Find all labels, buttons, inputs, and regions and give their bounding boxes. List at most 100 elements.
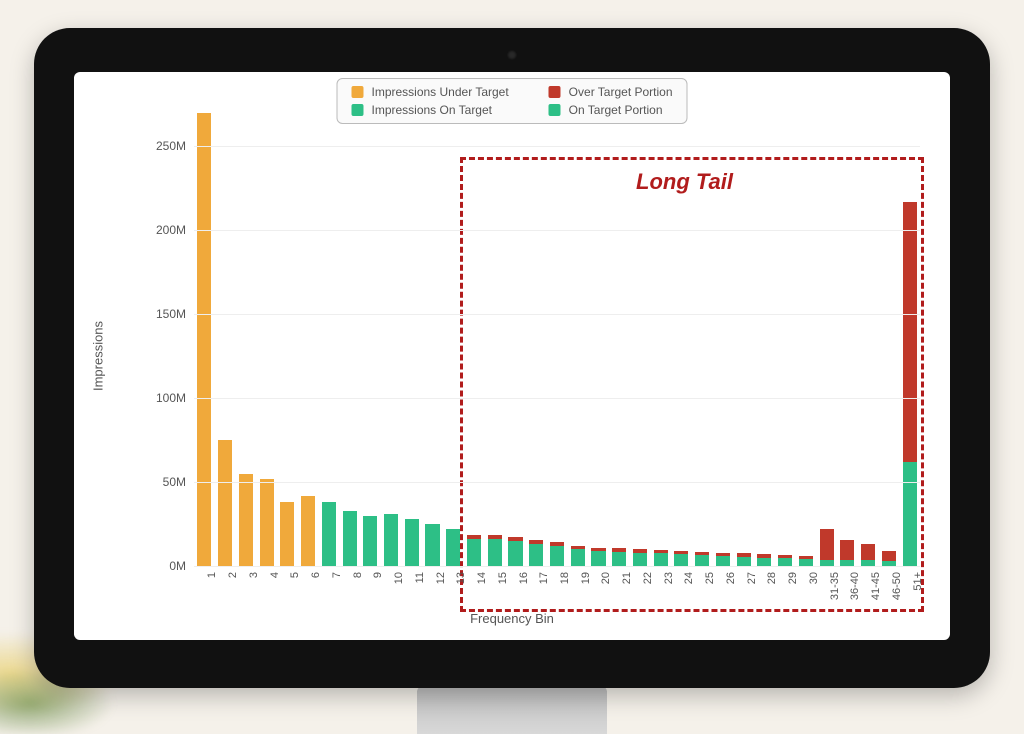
bar-segment [467,535,481,539]
bar-segment [861,544,875,561]
bar [446,529,460,566]
x-axis-label: Frequency Bin [470,611,554,626]
bar [280,502,294,566]
bar-segment [591,551,605,566]
bar-segment [197,113,211,566]
bar [757,554,771,566]
x-tick-label: 46-50 [891,572,903,600]
bar-segment [425,524,439,566]
y-tick-label: 0M [169,559,194,573]
bar [218,440,232,566]
y-tick-label: 100M [156,391,194,405]
x-tick-label: 28 [766,572,778,584]
bar-segment [446,529,460,566]
bar [674,551,688,566]
bar-segment [529,544,543,566]
bar-segment [737,553,751,556]
bar-segment [405,519,419,566]
x-tick-label: 20 [600,572,612,584]
x-tick-label: 12 [435,572,447,584]
bar-segment [467,539,481,566]
bar-segment [591,548,605,551]
bar [384,514,398,566]
bar [425,524,439,566]
x-tick-label: 51+ [912,572,924,591]
bar-segment [218,440,232,566]
x-tick-label: 4 [269,572,281,578]
bar [654,550,668,566]
x-tick-label: 24 [683,572,695,584]
monitor-stand [417,686,607,734]
bar [508,537,522,566]
x-tick-label: 22 [642,572,654,584]
monitor-frame: Impressions Under Target Over Target Por… [34,28,990,688]
bar-segment [280,502,294,566]
x-tick-label: 29 [787,572,799,584]
x-tick-label: 18 [559,572,571,584]
screen: Impressions Under Target Over Target Por… [74,72,950,640]
bar [695,552,709,566]
bar [612,548,626,566]
y-tick-label: 50M [163,475,194,489]
bar-segment [571,549,585,566]
camera-dot [507,50,517,60]
gridline [194,482,920,483]
gridline [194,398,920,399]
bar-segment [508,541,522,566]
bar-segment [343,511,357,566]
bar-segment [695,552,709,555]
bar [820,529,834,566]
bar [716,553,730,566]
bar-segment [363,516,377,566]
bar-segment [488,539,502,566]
x-tick-label: 1 [206,572,218,578]
bar [260,479,274,566]
bar [343,511,357,566]
bar [363,516,377,566]
bar-segment [674,551,688,554]
bar-segment [633,549,647,552]
y-tick-label: 150M [156,307,194,321]
x-tick-label: 6 [310,572,322,578]
x-tick-label: 15 [497,572,509,584]
gridline [194,146,920,147]
x-tick-label: 9 [372,572,384,578]
x-tick-label: 31-35 [829,572,841,600]
x-tick-label: 11 [414,572,426,583]
x-tick-label: 8 [352,572,364,578]
x-tick-label: 16 [518,572,530,584]
bar [591,548,605,566]
bar [882,551,896,566]
bar [550,542,564,566]
bar-segment [716,553,730,556]
gridline [194,230,920,231]
bar [799,556,813,566]
bar-segment [654,553,668,566]
bar [488,535,502,566]
bar-segment [757,558,771,566]
bar [197,113,211,566]
bar [737,553,751,566]
bar-segment [695,555,709,566]
bar [405,519,419,566]
bar-segment [799,556,813,559]
bar-segment [757,554,771,557]
y-tick-label: 250M [156,139,194,153]
bar-segment [633,553,647,566]
y-axis-label: Impressions [91,321,106,391]
x-tick-label: 19 [580,572,592,584]
bar [571,546,585,566]
x-tick-label: 36-40 [849,572,861,600]
x-tick-label: 5 [289,572,301,578]
bar-segment [571,546,585,550]
bar-segment [550,542,564,546]
bar-segment [529,540,543,544]
bar-segment [674,554,688,566]
bar-segment [716,556,730,566]
bar-segment [322,502,336,566]
bar [529,540,543,566]
bar-segment [488,535,502,539]
gridline [194,314,920,315]
plot-area: Long Tail 0M50M100M150M200M250M123456789… [194,96,920,566]
bar [633,549,647,566]
